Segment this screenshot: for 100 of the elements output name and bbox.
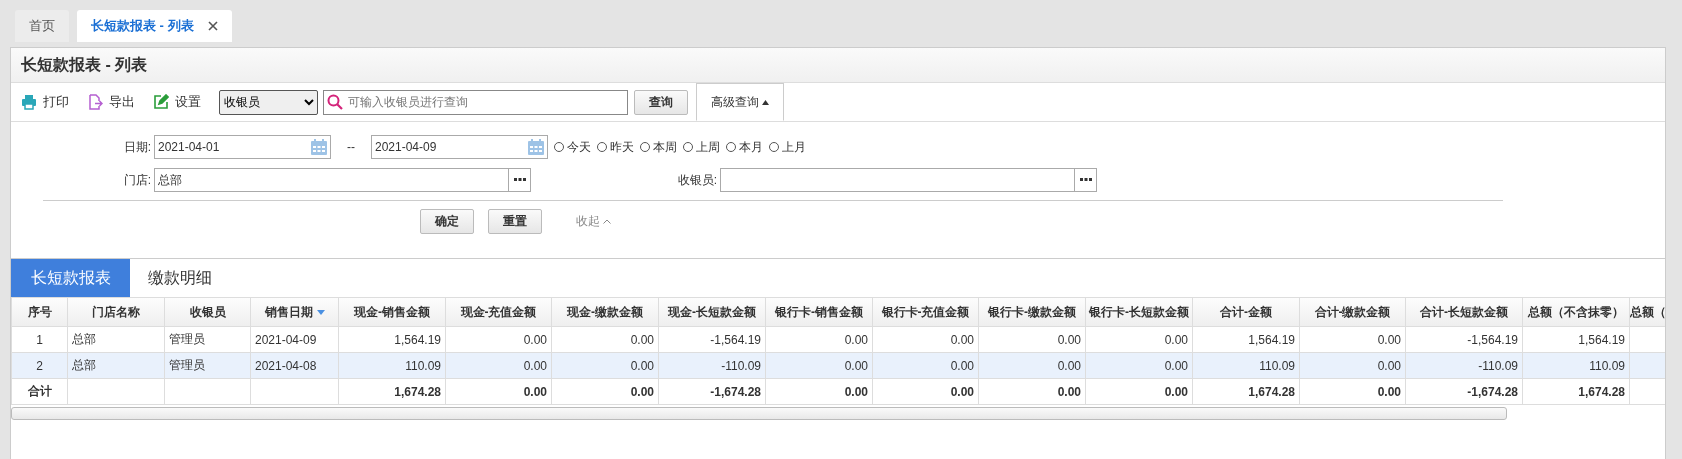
header-label: 现金-长短款金额 — [668, 303, 756, 321]
header-label: 银行卡-充值金额 — [881, 303, 970, 321]
collapse-link[interactable]: 收起 — [570, 212, 617, 231]
header-label: 合计-长短款金额 — [1420, 303, 1508, 321]
ellipsis-icon — [513, 178, 526, 182]
export-icon — [87, 94, 103, 110]
query-button[interactable]: 查询 — [634, 89, 688, 115]
range-separator: -- — [346, 140, 356, 154]
header-label: 银行卡-销售金额 — [775, 303, 863, 321]
cashier-field[interactable] — [720, 168, 1097, 192]
table-cell: 合计 — [12, 379, 68, 405]
column-header[interactable]: 总额（ — [1630, 298, 1665, 327]
header-label: 总额（ — [1630, 303, 1665, 321]
column-header[interactable]: 银行卡-充值金额 — [873, 298, 979, 327]
column-header[interactable]: 银行卡-销售金额 — [766, 298, 873, 327]
field-select[interactable]: 收银员 — [219, 89, 318, 115]
column-header[interactable]: 合计-缴款金额 — [1300, 298, 1406, 327]
header-label: 收银员 — [189, 303, 226, 321]
page-tab[interactable]: 首页 — [15, 10, 69, 42]
table-cell: 2021-04-08 — [251, 353, 339, 379]
column-header[interactable]: 银行卡-缴款金额 — [979, 298, 1086, 327]
table-cell: 0.00 — [766, 379, 873, 405]
date-range-option[interactable]: 本周 — [640, 138, 677, 156]
column-header[interactable]: 收银员 — [165, 298, 251, 327]
table-cell: 110.09 — [339, 353, 446, 379]
header-label: 现金-充值金额 — [460, 303, 537, 321]
table-cell: 1,674.28 — [339, 379, 446, 405]
store-field[interactable]: 总部 — [154, 168, 531, 192]
reset-button[interactable]: 重置 — [488, 209, 542, 234]
header-label: 销售日期 — [264, 303, 313, 321]
table-cell: -110.09 — [1406, 353, 1523, 379]
column-header[interactable]: 现金-充值金额 — [446, 298, 552, 327]
chevron-up-icon — [603, 219, 611, 224]
toolbar-button[interactable]: 打印 — [21, 93, 69, 111]
field-label: 门店: — [122, 171, 152, 189]
column-header[interactable]: 现金-缴款金额 — [552, 298, 659, 327]
date-field[interactable]: 2021-04-09 — [371, 135, 548, 159]
table-cell: 管理员 — [165, 353, 251, 379]
horizontal-scrollbar[interactable] — [11, 407, 1507, 420]
search-icon — [327, 93, 343, 110]
toolbar-button[interactable]: 设置 — [153, 93, 201, 111]
table-cell: 0.00 — [1300, 379, 1406, 405]
header-label: 总额（不含抹零） — [1528, 303, 1624, 321]
close-icon[interactable] — [207, 21, 218, 31]
date-field[interactable]: 2021-04-01 — [154, 135, 331, 159]
column-header[interactable]: 总额（不含抹零） — [1523, 298, 1630, 327]
header-label: 合计-金额 — [1220, 303, 1272, 321]
header-label: 现金-缴款金额 — [567, 303, 643, 321]
table-cell: 0.00 — [766, 353, 873, 379]
report-tab[interactable]: 长短款报表 — [11, 259, 130, 297]
caret-icon — [762, 99, 769, 105]
table-cell: 0.00 — [979, 353, 1086, 379]
table-cell: -110.09 — [659, 353, 766, 379]
table-cell: 0.00 — [446, 353, 552, 379]
table-cell: 1,674.28 — [1193, 379, 1300, 405]
header-label: 现金-销售金额 — [354, 303, 430, 321]
edit-icon — [153, 94, 169, 110]
table-cell: 0.00 — [552, 353, 659, 379]
toolbar-button[interactable]: 导出 — [87, 93, 135, 111]
date-range-option[interactable]: 上周 — [683, 138, 720, 156]
column-header[interactable]: 现金-长短款金额 — [659, 298, 766, 327]
table-cell: 2 — [12, 353, 68, 379]
header-label: 银行卡-长短款金额 — [1089, 303, 1189, 321]
header-label: 银行卡-缴款金额 — [988, 303, 1076, 321]
table-cell: 0.00 — [1086, 353, 1193, 379]
field-label: 日期: — [122, 138, 152, 156]
confirm-button[interactable]: 确定 — [420, 209, 474, 234]
date-range-option[interactable]: 上月 — [769, 138, 806, 156]
column-header[interactable]: 银行卡-长短款金额 — [1086, 298, 1193, 327]
field-label: 收银员: — [676, 171, 718, 189]
table-cell: 总部 — [68, 353, 165, 379]
ellipsis-icon — [1079, 178, 1092, 182]
table-cell: 0.00 — [979, 379, 1086, 405]
table-cell: 0.00 — [1300, 353, 1406, 379]
column-header[interactable]: 合计-长短款金额 — [1406, 298, 1523, 327]
panel-title: 长短款报表 - 列表 — [21, 54, 148, 75]
printer-icon — [21, 94, 37, 110]
table-cell: -1,674.28 — [659, 379, 766, 405]
column-header[interactable]: 合计-金额 — [1193, 298, 1300, 327]
column-header[interactable]: 门店名称 — [68, 298, 165, 327]
table-cell: 0.00 — [446, 379, 552, 405]
page-tab[interactable]: 长短款报表 - 列表 — [77, 10, 232, 42]
column-header[interactable]: 销售日期 — [251, 298, 339, 327]
table-cell: 0.00 — [1086, 379, 1193, 405]
column-header[interactable]: 序号 — [12, 298, 68, 327]
date-range-option[interactable]: 本月 — [726, 138, 763, 156]
advanced-query-tab[interactable]: 高级查询 — [696, 83, 784, 121]
table-cell: 0.00 — [873, 353, 979, 379]
header-label: 门店名称 — [92, 303, 140, 321]
table-cell — [1630, 353, 1665, 379]
header-label: 合计-缴款金额 — [1314, 303, 1391, 321]
date-range-option[interactable]: 昨天 — [597, 138, 634, 156]
table-cell: 1,674.28 — [1523, 379, 1630, 405]
date-range-option[interactable]: 今天 — [554, 138, 591, 156]
search-field[interactable]: 可输入收银员进行查询 — [323, 89, 628, 115]
table-cell: -1,674.28 — [1406, 379, 1523, 405]
column-header[interactable]: 现金-销售金额 — [339, 298, 446, 327]
table-cell: 110.09 — [1193, 353, 1300, 379]
table-cell: 110.09 — [1523, 353, 1630, 379]
table-cell: 0.00 — [873, 379, 979, 405]
